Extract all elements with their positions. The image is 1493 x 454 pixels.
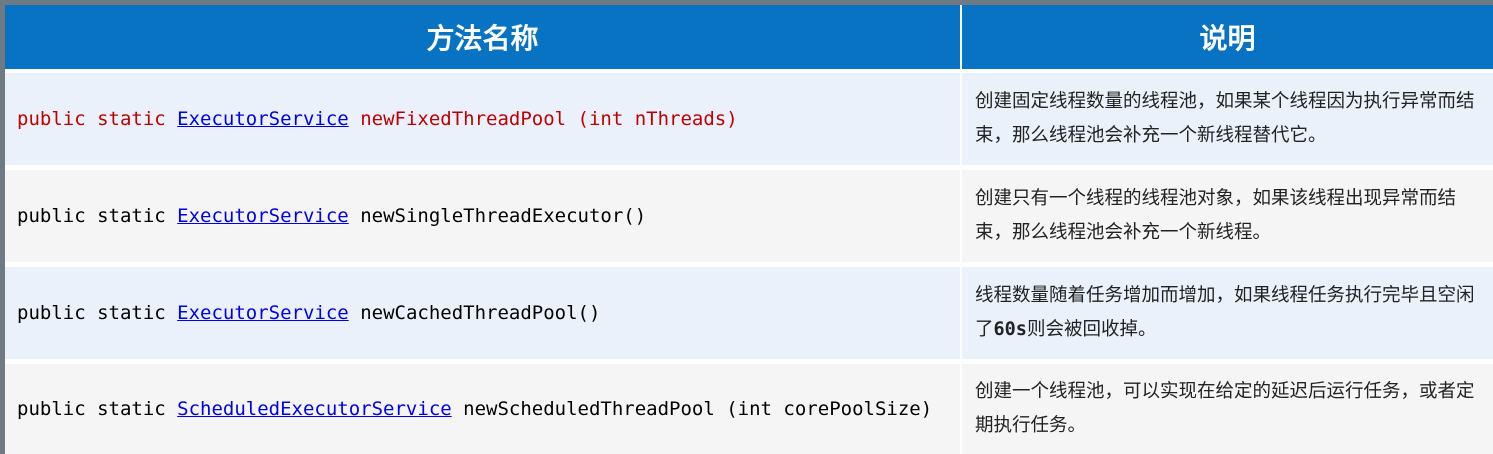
method-prefix: public static xyxy=(17,205,178,227)
description-text: 创建固定线程数量的线程池，如果某个线程因为执行异常而结束，那么线程池会补充一个新… xyxy=(975,91,1475,146)
table-row: public static ScheduledExecutorService n… xyxy=(5,364,1493,454)
description-text: 创建一个线程池，可以实现在给定的延迟后运行任务，或者定期执行任务。 xyxy=(975,381,1475,436)
method-suffix: newScheduledThreadPool (int corePoolSize… xyxy=(451,398,933,420)
table-header-row: 方法名称 说明 xyxy=(5,5,1493,73)
method-suffix: newSingleThreadExecutor() xyxy=(348,205,647,227)
method-signature: public static ExecutorService newFixedTh… xyxy=(5,73,962,170)
header-description: 说明 xyxy=(962,5,1493,73)
header-method-name: 方法名称 xyxy=(5,5,962,73)
method-prefix: public static xyxy=(17,398,178,420)
executors-method-table: 方法名称 说明 public static ExecutorService ne… xyxy=(5,5,1493,454)
method-suffix: newCachedThreadPool() xyxy=(348,302,601,324)
method-signature: public static ExecutorService newSingleT… xyxy=(5,170,962,267)
method-description: 线程数量随着任务增加而增加，如果线程任务执行完毕且空闲了60s则会被回收掉。 xyxy=(962,267,1493,364)
description-text: 创建只有一个线程的线程池对象，如果该线程出现异常而结束，那么线程池会补充一个新线… xyxy=(975,188,1457,243)
return-type-link[interactable]: ExecutorService xyxy=(177,108,349,130)
table-row: public static ExecutorService newCachedT… xyxy=(5,267,1493,364)
method-prefix: public static xyxy=(17,108,178,130)
description-code: 60s xyxy=(993,319,1027,340)
method-description: 创建一个线程池，可以实现在给定的延迟后运行任务，或者定期执行任务。 xyxy=(962,364,1493,454)
return-type-link[interactable]: ExecutorService xyxy=(177,302,349,324)
method-description: 创建只有一个线程的线程池对象，如果该线程出现异常而结束，那么线程池会补充一个新线… xyxy=(962,170,1493,267)
method-prefix: public static xyxy=(17,302,178,324)
return-type-link[interactable]: ExecutorService xyxy=(177,205,349,227)
method-description: 创建固定线程数量的线程池，如果某个线程因为执行异常而结束，那么线程池会补充一个新… xyxy=(962,73,1493,170)
table-row: public static ExecutorService newFixedTh… xyxy=(5,73,1493,170)
method-table-frame: 方法名称 说明 public static ExecutorService ne… xyxy=(0,0,1493,454)
method-signature: public static ScheduledExecutorService n… xyxy=(5,364,962,454)
description-text-after: 则会被回收掉。 xyxy=(1026,319,1157,340)
table-row: public static ExecutorService newSingleT… xyxy=(5,170,1493,267)
method-signature: public static ExecutorService newCachedT… xyxy=(5,267,962,364)
method-suffix: newFixedThreadPool (int nThreads) xyxy=(348,108,738,130)
return-type-link[interactable]: ScheduledExecutorService xyxy=(177,398,452,420)
